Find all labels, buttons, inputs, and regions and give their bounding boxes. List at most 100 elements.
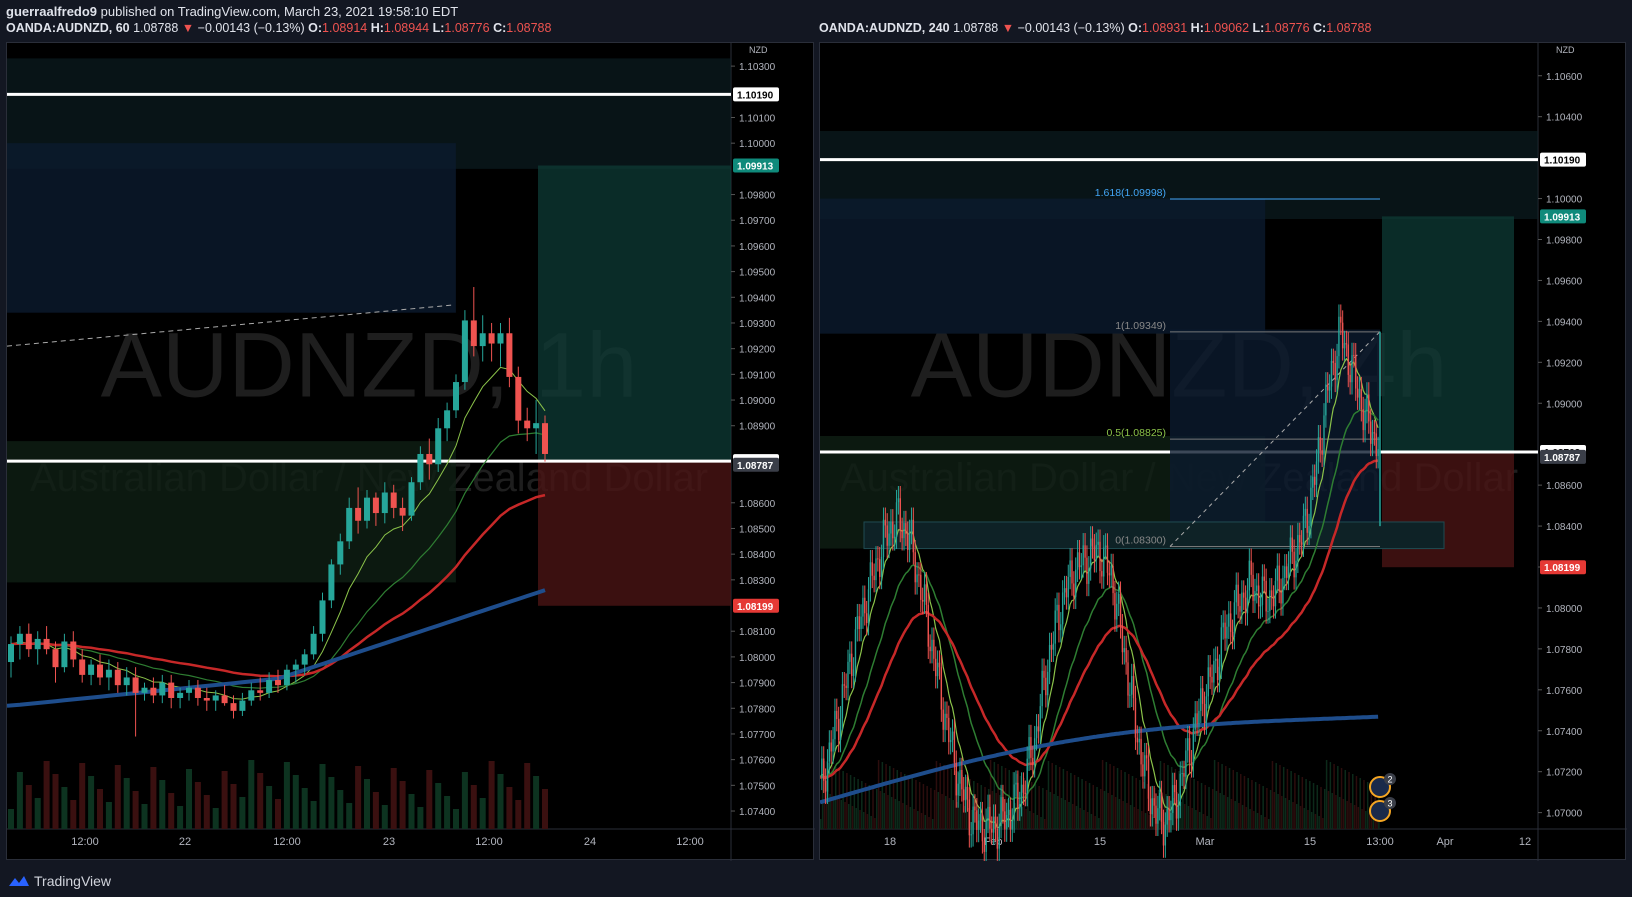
legend-left: OANDA:AUDNZD, 60 1.08788 ▼ −0.00143 (−0.… (6, 21, 552, 35)
volume-bar (1226, 797, 1229, 829)
candle-body (976, 810, 978, 830)
candle-body (987, 806, 989, 821)
candle-body (1127, 662, 1129, 696)
volume-bar (212, 808, 219, 829)
volume-bar (894, 799, 897, 829)
candle-body (1328, 386, 1331, 391)
candle-body (994, 816, 997, 829)
down-arrow-icon: ▼ (1001, 21, 1015, 35)
volume-bar (952, 800, 955, 829)
volume-bar (1337, 766, 1339, 829)
volume-bar (1200, 783, 1203, 829)
candle-body (828, 742, 831, 762)
volume-bar (1077, 777, 1080, 829)
candle-body (860, 616, 862, 630)
chart-panel-4h[interactable]: AUDNZD, 4hAustralian Dollar / New Zealan… (819, 42, 1627, 861)
candle-body (1175, 792, 1178, 819)
volume-bar (904, 774, 906, 829)
candle-body (1209, 667, 1211, 677)
candle-body (1332, 360, 1335, 363)
candle-body (1095, 544, 1097, 561)
candle-body (1183, 773, 1185, 777)
volume-bar (1363, 780, 1365, 829)
volume-bar (933, 790, 936, 829)
candle-body (1364, 411, 1366, 431)
candle-body (470, 320, 477, 347)
candle-body (1203, 703, 1206, 723)
volume-bar (1309, 781, 1311, 829)
chart-canvas-4h[interactable]: AUDNZD, 4hAustralian Dollar / New Zealan… (820, 43, 1627, 861)
volume-bar (444, 796, 451, 829)
candle-body (479, 333, 486, 347)
candle-body (1007, 809, 1010, 816)
x-tick-label: 24 (584, 836, 596, 848)
volume-bar (1086, 812, 1089, 829)
candle-body (1220, 627, 1223, 667)
candle-body (1306, 508, 1308, 533)
volume-bar (948, 798, 951, 829)
volume-bar (1340, 768, 1343, 829)
candle-body (1377, 449, 1379, 457)
candle-body (931, 639, 933, 652)
candle-body (1313, 476, 1316, 485)
candle-body (1280, 590, 1282, 604)
volume-bar (1210, 818, 1212, 829)
volume-bar (1034, 784, 1037, 829)
candle-body (1162, 821, 1165, 846)
y-tick-label: 1.09800 (1546, 236, 1583, 247)
volume-bar (346, 803, 353, 829)
chart-panel-1h[interactable]: AUDNZD, 1hAustralian Dollar / New Zealan… (6, 42, 815, 861)
publisher-username[interactable]: guerraalfredo9 (6, 4, 97, 19)
candle-body (879, 559, 881, 577)
volume-bar (1219, 793, 1221, 829)
volume-bar (1296, 804, 1298, 829)
candle-body (983, 841, 985, 852)
candle-body (435, 428, 442, 465)
candle-body (921, 599, 924, 602)
volume-bar (924, 815, 927, 829)
footer-brand[interactable]: TradingView (8, 871, 111, 891)
volume-bar (1064, 800, 1067, 829)
y-tick-label: 1.07800 (739, 704, 776, 715)
candle-body (194, 687, 201, 698)
y-tick-label: 1.07900 (739, 679, 776, 690)
candle-body (426, 453, 433, 465)
candle-body (977, 820, 980, 830)
candle-body (897, 498, 900, 503)
candle-body (132, 677, 139, 693)
volume-bar (497, 774, 504, 829)
candle-body (1155, 805, 1157, 824)
volume-bar (1346, 801, 1348, 829)
candle-body (1198, 710, 1200, 724)
volume-bar (1275, 763, 1277, 829)
candle-body (1005, 815, 1008, 830)
volume-bar (114, 765, 121, 829)
candle-body (1004, 811, 1006, 830)
volume-bar (1365, 811, 1367, 829)
candle-body (1235, 584, 1237, 603)
volume-bar (946, 767, 949, 829)
volume-bar (840, 800, 843, 829)
volume-bar (1094, 816, 1096, 829)
candle-body (1173, 785, 1176, 793)
volume-bar (859, 810, 861, 829)
volume-bar (1277, 794, 1279, 829)
candle-body (927, 604, 929, 647)
volume-bar (470, 785, 477, 829)
volume-bar (1324, 789, 1326, 829)
candle-body (1041, 670, 1043, 707)
close-value: 1.08788 (506, 21, 552, 35)
candle-body (942, 709, 944, 730)
position-target-zone (538, 165, 731, 462)
chart-canvas-1h[interactable]: AUDNZD, 1hAustralian Dollar / New Zealan… (7, 43, 815, 861)
volume-bar (1279, 765, 1281, 829)
volume-bar (337, 790, 344, 829)
candle-body (381, 492, 388, 514)
volume-bar (1079, 808, 1081, 829)
volume-bar (1206, 816, 1208, 829)
candle-body (1065, 588, 1068, 598)
candle-body (1028, 737, 1030, 759)
candle-body (1196, 713, 1198, 724)
high-value: 1.09062 (1203, 21, 1250, 35)
candle-body (901, 529, 903, 539)
